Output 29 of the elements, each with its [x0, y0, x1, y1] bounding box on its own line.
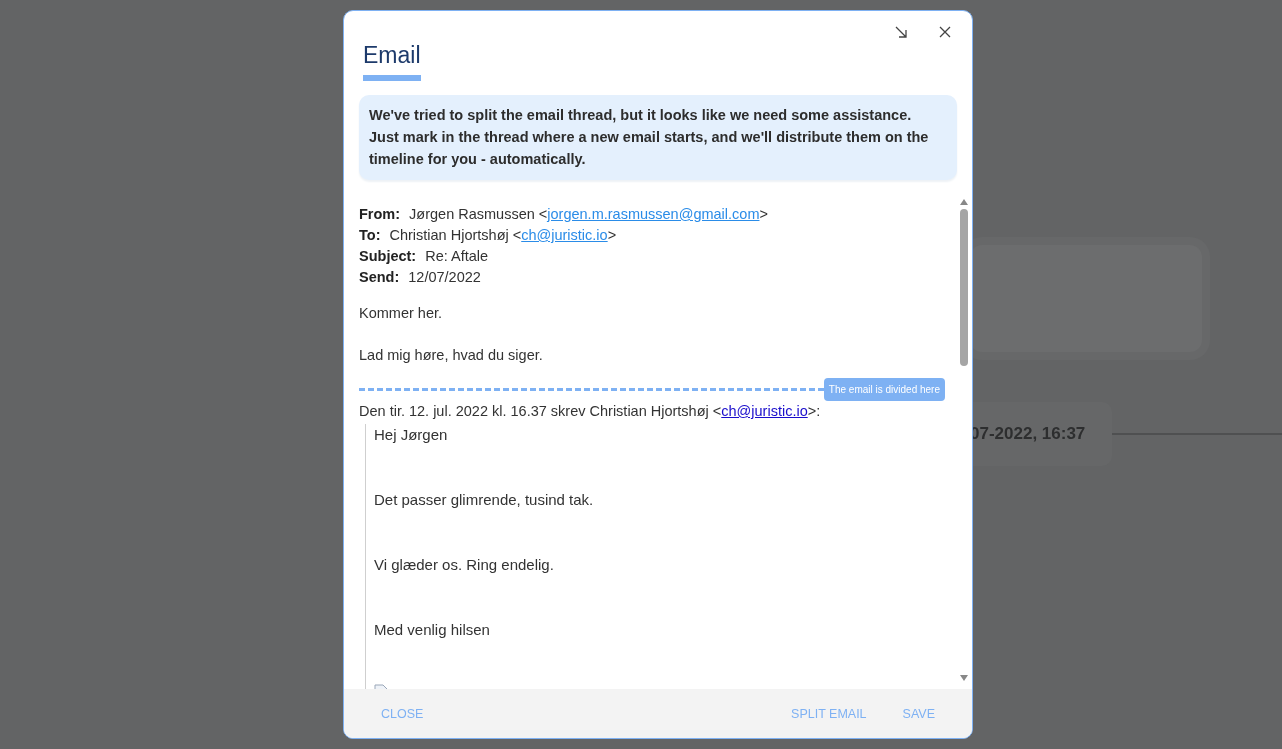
- field-value: Re: Aftale: [425, 247, 489, 266]
- quoted-text: Hej Jørgen: [374, 425, 449, 445]
- body-text: Lad mig høre, hvad du siger.: [359, 346, 544, 365]
- scroll-down-icon[interactable]: [960, 675, 968, 681]
- dialog-title: Email: [363, 41, 421, 81]
- quoted-text: Med venlig hilsen: [374, 620, 491, 640]
- email-link[interactable]: ch@juristic.io: [721, 403, 808, 419]
- body-text: Kommer her.: [359, 304, 443, 323]
- field-value: Christian Hjortshøj <ch@juristic.io>: [389, 226, 617, 245]
- footer-button[interactable]: SAVE: [887, 700, 950, 727]
- close-icon[interactable]: [938, 25, 952, 39]
- email-link[interactable]: jorgen.m.rasmussen@gmail.com: [547, 206, 760, 222]
- notice-text: We've tried to split the email thread, but it looks like we need some assistance. Just mark in the thread where a new email starts, and we'll distribute them on the timeline for you - automatically.: [359, 95, 957, 180]
- scroll-up-icon[interactable]: [960, 199, 968, 205]
- field-label: Subject:: [359, 247, 417, 266]
- split-marker[interactable]: The email is divided here: [823, 378, 945, 401]
- quote-intro: Den tir. 12. jul. 2022 kl. 16.37 skrev Christian Hjortshøj <ch@juristic.io>:: [359, 403, 821, 419]
- scrollbar-thumb[interactable]: [960, 209, 968, 366]
- close-button[interactable]: CLOSE: [366, 700, 439, 727]
- footer-button[interactable]: SPLIT EMAIL: [776, 700, 882, 727]
- field-value: Jørgen Rasmussen <jorgen.m.rasmussen@gmail.com>: [409, 205, 768, 224]
- quoted-text: Det passer glimrende, tusind tak.: [374, 490, 595, 510]
- email-link[interactable]: ch@juristic.io: [521, 227, 608, 243]
- arrow-down-right-icon[interactable]: [894, 25, 908, 39]
- quoted-text: Vi glæder os. Ring endelig.: [374, 555, 555, 575]
- field-label: Send:: [359, 268, 400, 287]
- field-label: From:: [359, 205, 401, 224]
- field-label: To:: [359, 226, 381, 245]
- field-value: 12/07/2022: [408, 268, 481, 287]
